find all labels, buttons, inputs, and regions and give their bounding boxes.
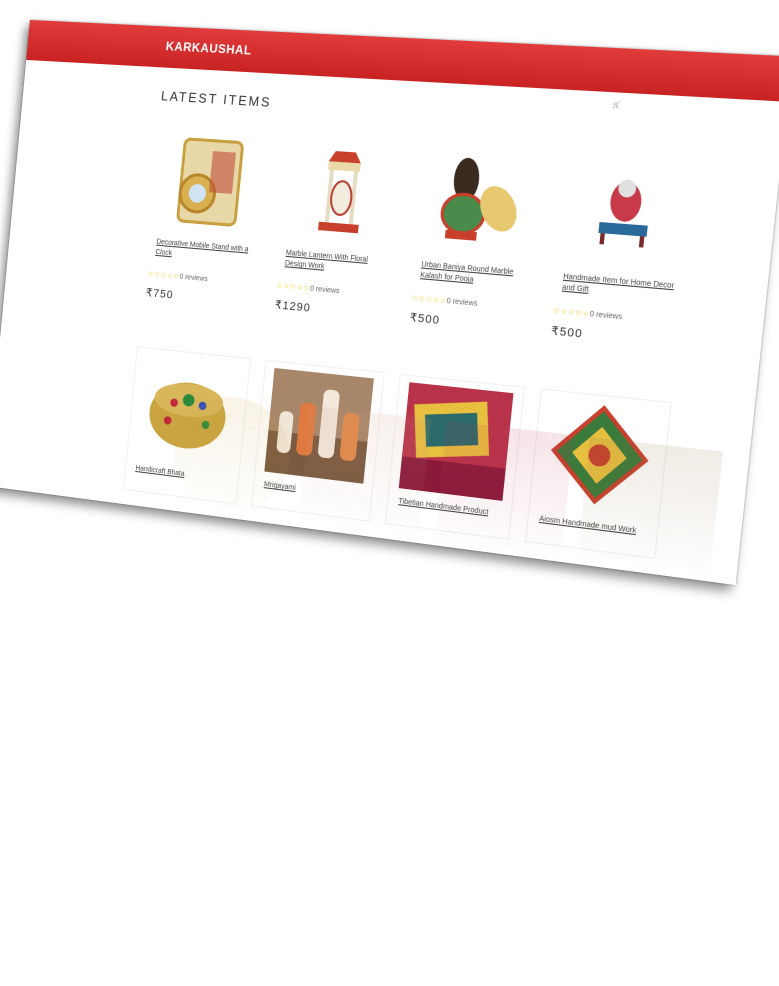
- cart-link[interactable]: 🛒CART: [612, 101, 639, 110]
- review-count: 0 reviews: [589, 310, 623, 322]
- reflection-image: [577, 436, 723, 575]
- star-icons: ☆☆☆☆☆: [276, 282, 311, 293]
- reflection-image: [168, 391, 296, 519]
- product-price: ₹500: [550, 324, 584, 341]
- star-icons: ☆☆☆☆☆: [552, 307, 591, 319]
- product-rating: ☆☆☆☆☆0 reviews: [147, 270, 258, 288]
- product-rating: ☆☆☆☆☆0 reviews: [553, 306, 681, 326]
- review-count: 0 reviews: [446, 297, 478, 309]
- seller-menu[interactable]: SELLER ▾: [708, 106, 740, 117]
- review-count: 0 reviews: [179, 273, 208, 284]
- page-title: LATEST ITEMS: [160, 87, 273, 111]
- review-count: 0 reviews: [309, 285, 340, 296]
- product-card: Marble Lantern With Floral Design Work ☆…: [268, 129, 409, 349]
- product-card: Decorative Mobile Stand with a Clock ☆☆☆…: [139, 121, 273, 336]
- navbar: KARKAUSHAL: [26, 20, 779, 102]
- product-rating: ☆☆☆☆☆0 reviews: [276, 281, 392, 300]
- product-card: Urban Baniya Round Marble Kalash for Poo…: [402, 138, 549, 363]
- product-image[interactable]: [282, 136, 402, 249]
- reflection-image: [298, 405, 432, 537]
- product-image[interactable]: [559, 154, 691, 273]
- product-image[interactable]: [418, 144, 544, 260]
- product-name-link[interactable]: Urban Baniya Round Marble Kalash for Poo…: [420, 260, 532, 291]
- product-name-link[interactable]: Decorative Mobile Stand with a Clock: [155, 238, 257, 267]
- star-icons: ☆☆☆☆☆: [411, 294, 448, 306]
- product-name-link[interactable]: Marble Lantern With Floral Design Work: [284, 249, 391, 279]
- star-icons: ☆☆☆☆☆: [147, 270, 180, 281]
- nav-menu: 🛒CART SHUBHAM ▾ SELLER ▾: [612, 101, 740, 116]
- reflection-image: [434, 420, 574, 555]
- user-menu[interactable]: SHUBHAM ▾: [654, 103, 694, 114]
- product-card: Handmade Item for Home Decor and Gift ☆☆…: [543, 147, 698, 378]
- cart-label: CART: [620, 102, 639, 111]
- product-name-link[interactable]: Handmade Item for Home Decor and Gift: [561, 272, 678, 304]
- product-price: ₹500: [409, 311, 441, 328]
- product-price: ₹1290: [274, 298, 312, 315]
- product-rating: ☆☆☆☆☆0 reviews: [411, 294, 533, 314]
- product-price: ₹750: [145, 286, 175, 302]
- brand-logo[interactable]: KARKAUSHAL: [165, 39, 252, 58]
- product-image[interactable]: [153, 127, 268, 238]
